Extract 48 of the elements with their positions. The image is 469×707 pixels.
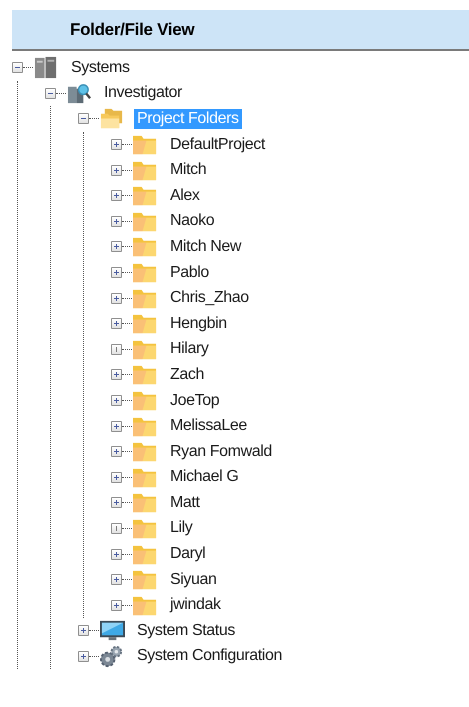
expand-toggle[interactable] xyxy=(111,318,122,330)
expand-toggle[interactable] xyxy=(111,472,122,483)
expand-toggle[interactable] xyxy=(78,650,89,662)
collapse-toggle[interactable] xyxy=(12,62,23,74)
tree-item[interactable]: Mitch xyxy=(167,160,210,180)
tree-item[interactable]: Chris_Zhao xyxy=(167,288,252,308)
expand-toggle[interactable] xyxy=(111,216,122,227)
expand-toggle[interactable] xyxy=(111,446,122,458)
tree-item[interactable]: JoeTop xyxy=(167,390,222,411)
expand-toggle[interactable] xyxy=(111,420,122,432)
tree-item[interactable]: Ryan Fomwald xyxy=(167,442,275,462)
expand-toggle[interactable] xyxy=(111,574,122,586)
tree-item[interactable]: Investigator xyxy=(101,83,185,104)
tree-item[interactable]: Matt xyxy=(167,492,203,513)
panel-title: Folder/File View xyxy=(70,20,194,40)
expand-toggle[interactable] xyxy=(111,548,122,560)
expand-toggle[interactable] xyxy=(111,369,122,380)
expand-toggle[interactable] xyxy=(111,292,122,304)
expand-toggle[interactable] xyxy=(111,267,122,278)
tree-item[interactable]: System Configuration xyxy=(134,646,285,666)
expand-toggle[interactable] xyxy=(111,164,122,176)
toggle-box[interactable] xyxy=(111,522,122,534)
expand-toggle[interactable] xyxy=(111,190,122,202)
expand-toggle[interactable] xyxy=(111,395,122,406)
tree-item[interactable]: Siyuan xyxy=(167,570,220,590)
expand-toggle[interactable] xyxy=(111,497,122,508)
collapse-toggle[interactable] xyxy=(45,88,56,99)
expand-toggle[interactable] xyxy=(111,139,122,150)
tree-item[interactable]: Lily xyxy=(167,518,196,538)
tree-item[interactable]: MelissaLee xyxy=(167,416,250,436)
tree-item[interactable]: Systems xyxy=(68,58,133,78)
tree-item[interactable]: Pablo xyxy=(167,262,212,283)
tree-item[interactable]: Daryl xyxy=(167,544,208,564)
tree-item[interactable]: Michael G xyxy=(167,467,242,488)
toggle-box[interactable] xyxy=(111,344,122,355)
tree-item[interactable]: System Status xyxy=(134,620,238,641)
tree-item[interactable]: Hengbin xyxy=(167,314,230,334)
tree-item[interactable]: Zach xyxy=(167,364,207,385)
tree-item[interactable]: jwindak xyxy=(167,595,224,616)
tree-item[interactable]: DefaultProject xyxy=(167,134,268,155)
tree-item[interactable]: Mitch New xyxy=(167,236,244,257)
tree-item[interactable]: Naoko xyxy=(167,211,218,232)
tree-item[interactable]: Alex xyxy=(167,186,203,206)
tree-item[interactable]: Hilary xyxy=(167,339,212,360)
expand-toggle[interactable] xyxy=(78,625,89,636)
collapse-toggle[interactable] xyxy=(78,113,89,124)
expand-toggle[interactable] xyxy=(111,241,122,252)
expand-toggle[interactable] xyxy=(111,600,122,611)
